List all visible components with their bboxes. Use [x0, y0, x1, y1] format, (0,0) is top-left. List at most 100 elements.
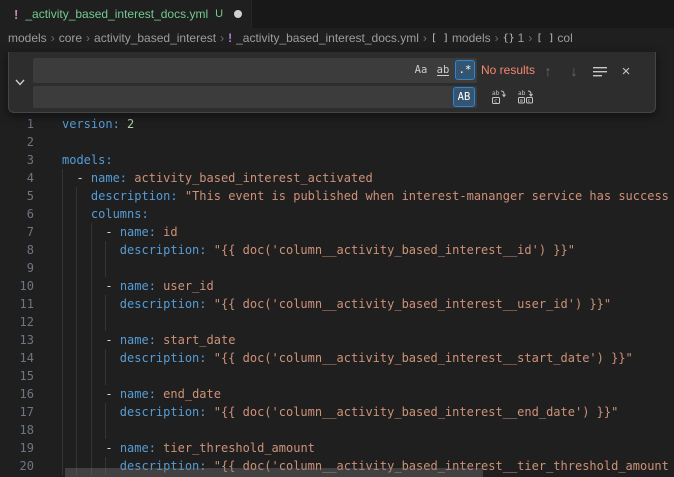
svg-text:a: a	[520, 98, 523, 104]
indent-guide	[105, 259, 106, 277]
indent-guide	[76, 421, 77, 439]
code-text: version: 2	[62, 115, 134, 133]
breadcrumb-item-activity_based_interest[interactable]: activity_based_interest	[94, 31, 216, 45]
preserve-case-button[interactable]: AB	[453, 87, 475, 107]
selection-lines-icon	[593, 66, 607, 77]
replace-all-icon: ab a c	[516, 89, 534, 105]
svg-text:c: c	[494, 98, 497, 104]
replace-input[interactable]: - name: $1\n description: "{{ doc('colum…	[33, 86, 477, 108]
line-number: 7	[0, 223, 34, 241]
find-in-selection-button[interactable]	[589, 60, 611, 82]
line-number: 17	[0, 403, 34, 421]
tab-bar: ! _activity_based_interest_docs.yml U	[0, 0, 674, 28]
whole-word-button[interactable]: ab	[433, 60, 453, 80]
code-line: 7 - name: id	[0, 223, 674, 241]
toggle-replace-button[interactable]	[10, 52, 30, 112]
symbol-array-icon: [ ]	[431, 33, 449, 44]
line-number: 10	[0, 277, 34, 295]
horizontal-scrollbar[interactable]	[65, 468, 483, 477]
breadcrumb: models › core › activity_based_interest ›! _ac…	[0, 28, 674, 48]
line-number: 5	[0, 187, 34, 205]
indent-guide	[91, 367, 92, 385]
line-number: 8	[0, 241, 34, 259]
whole-word-label: ab	[437, 65, 450, 76]
indent-guide	[91, 421, 92, 439]
breadcrumb-separator-icon: ›	[86, 31, 90, 45]
code-text: description: "{{ doc('column__activity_b…	[62, 241, 575, 259]
code-text: - name: end_date	[62, 385, 221, 403]
previous-match-button[interactable]: ↑	[537, 60, 559, 82]
breadcrumb-label: models	[8, 31, 47, 45]
code-line: 1 version: 2	[0, 115, 674, 133]
line-number: 14	[0, 349, 34, 367]
code-line: 3 models:	[0, 151, 674, 169]
unsaved-changes-dot-icon[interactable]	[234, 10, 242, 18]
line-number: 19	[0, 439, 34, 457]
regex-button[interactable]: .*	[455, 60, 475, 80]
git-status-badge: U	[215, 8, 223, 20]
line-number: 3	[0, 151, 34, 169]
tab-active-file[interactable]: ! _activity_based_interest_docs.yml U	[0, 0, 252, 28]
code-line: 5 description: "This event is published …	[0, 187, 674, 205]
indent-guide	[76, 259, 77, 277]
indent-guide	[105, 367, 106, 385]
svg-text:ab: ab	[518, 90, 526, 97]
breadcrumb-separator-icon: ›	[423, 31, 427, 45]
code-line: 13 - name: start_date	[0, 331, 674, 349]
breadcrumb-separator-icon: ›	[528, 31, 532, 45]
breadcrumb-separator-icon: ›	[51, 31, 55, 45]
line-number: 16	[0, 385, 34, 403]
editor[interactable]: 1version: 223models:4 - name: activity_b…	[0, 115, 674, 477]
code-line: 12	[0, 313, 674, 331]
chevron-down-icon	[15, 79, 25, 86]
breadcrumb-label: activity_based_interest	[94, 31, 216, 45]
replace-icon: ab c	[490, 89, 506, 105]
yaml-file-icon: !	[228, 31, 232, 45]
indent-guide	[62, 259, 63, 277]
indent-guide	[76, 367, 77, 385]
indent-guide	[62, 313, 63, 331]
code-text: - name: activity_based_interest_activate…	[62, 169, 373, 187]
code-text: description: "{{ doc('column__activity_b…	[62, 295, 611, 313]
breadcrumb-item-_activity_based_interest_docs.yml[interactable]: ! _activity_based_interest_docs.yml	[228, 31, 419, 45]
find-replace-widget: \s{6}- name: (.*)\n description: "" Aa a…	[8, 52, 656, 113]
breadcrumb-item-col[interactable]: [ ]col	[536, 31, 572, 45]
line-number: 4	[0, 169, 34, 187]
code-line: 16 - name: end_date	[0, 385, 674, 403]
indent-guide	[105, 313, 106, 331]
breadcrumb-item-models[interactable]: [ ]models	[431, 31, 491, 45]
breadcrumb-label: _activity_based_interest_docs.yml	[236, 31, 419, 45]
vscode-window: ! _activity_based_interest_docs.yml U mo…	[0, 0, 674, 477]
code-text: - name: id	[62, 223, 178, 241]
indent-guide	[91, 259, 92, 277]
line-number: 6	[0, 205, 34, 223]
line-number: 18	[0, 421, 34, 439]
line-number: 1	[0, 115, 34, 133]
tab-filename: _activity_based_interest_docs.yml	[25, 7, 208, 21]
code-line: 19 - name: tier_threshold_amount	[0, 439, 674, 457]
match-case-button[interactable]: Aa	[411, 60, 431, 80]
replace-all-button[interactable]: ab a c	[514, 87, 536, 107]
breadcrumb-separator-icon: ›	[220, 31, 224, 45]
symbol-array-icon: [ ]	[536, 33, 554, 44]
code-text: - name: start_date	[62, 331, 235, 349]
breadcrumb-item-core[interactable]: core	[59, 31, 82, 45]
breadcrumb-label: 1	[518, 31, 525, 45]
code-text: description: "{{ doc('column__activity_b…	[62, 403, 618, 421]
find-input[interactable]: \s{6}- name: (.*)\n description: "" Aa a…	[33, 58, 477, 83]
code-line: 8 description: "{{ doc('column__activity…	[0, 241, 674, 259]
code-text: models:	[62, 151, 113, 169]
indent-guide	[105, 421, 106, 439]
line-number: 12	[0, 313, 34, 331]
code-line: 4 - name: activity_based_interest_activa…	[0, 169, 674, 187]
close-find-button[interactable]: ×	[615, 60, 637, 82]
line-number: 15	[0, 367, 34, 385]
next-match-button[interactable]: ↓	[563, 60, 585, 82]
breadcrumb-item-1[interactable]: {}1	[503, 31, 525, 45]
code-text: description: "This event is published wh…	[62, 187, 669, 205]
replace-button[interactable]: ab c	[487, 87, 509, 107]
indent-guide	[62, 421, 63, 439]
breadcrumb-item-models[interactable]: models	[8, 31, 47, 45]
breadcrumb-label: col	[557, 31, 572, 45]
line-number: 13	[0, 331, 34, 349]
